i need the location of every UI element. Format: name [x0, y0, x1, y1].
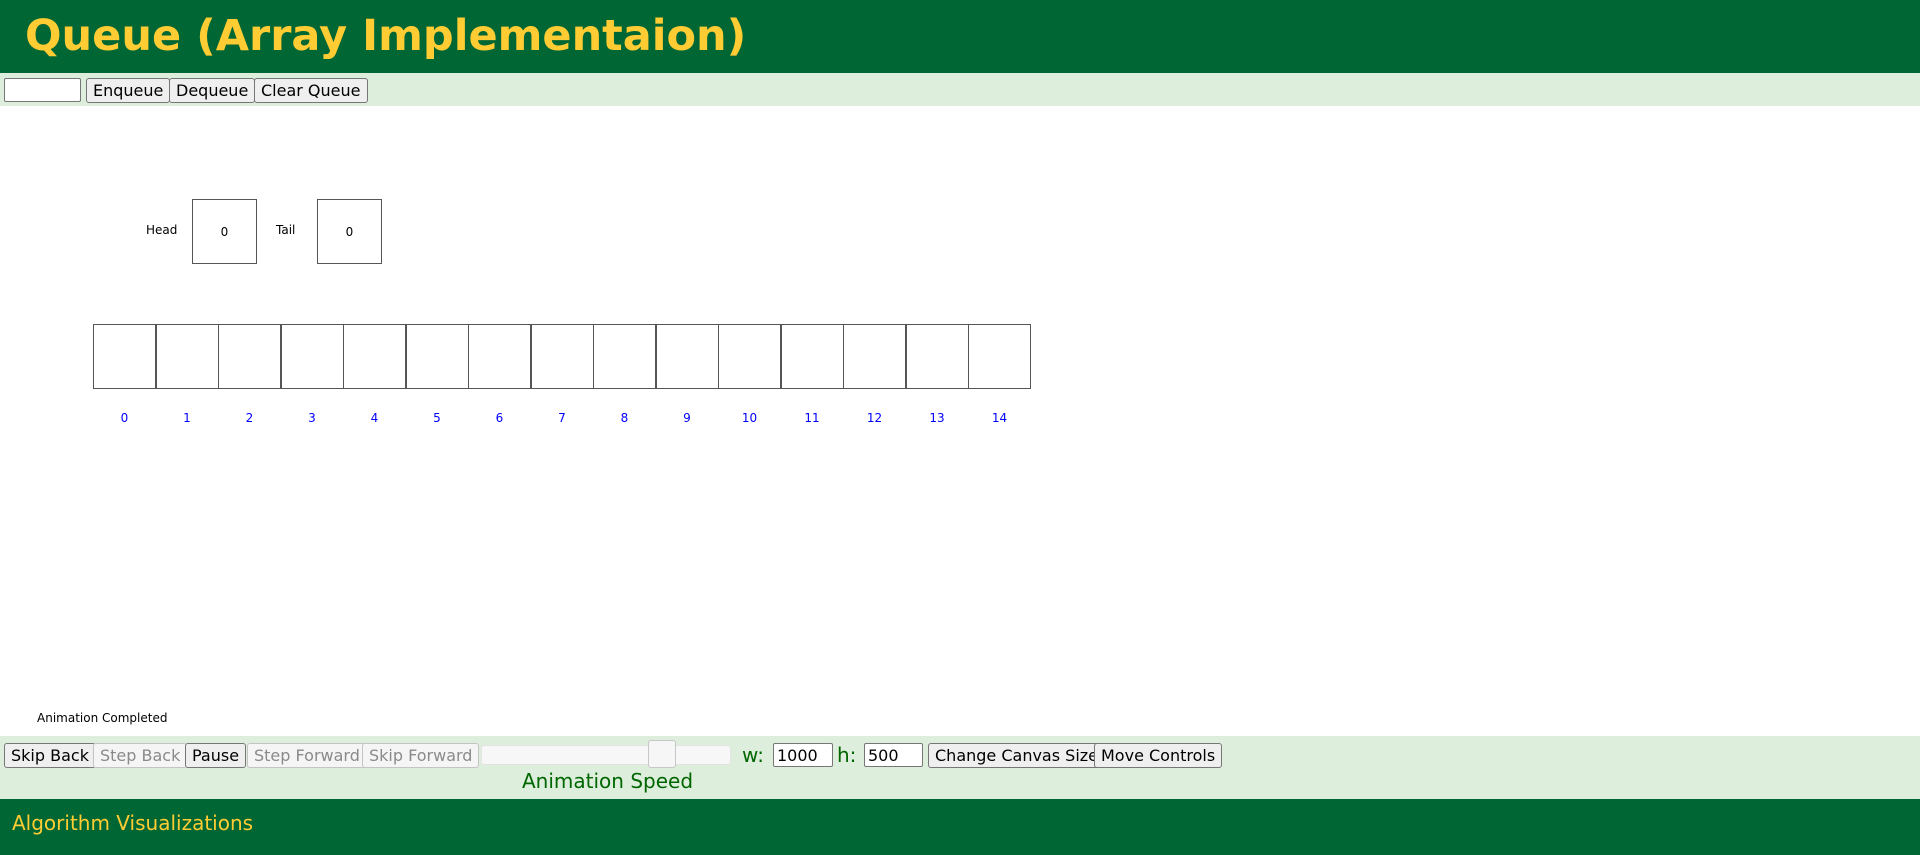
- tail-label: Tail: [276, 223, 296, 237]
- queue-array-cell: [780, 324, 844, 389]
- animation-control-bar: Skip Back Step Back Pause Step Forward S…: [0, 736, 1920, 799]
- queue-array-cell: [968, 324, 1031, 389]
- animation-speed-slider-thumb[interactable]: [647, 740, 676, 768]
- tail-pointer-box: 0: [317, 199, 382, 264]
- animation-speed-label: Animation Speed: [522, 769, 694, 793]
- queue-array-index-label: 0: [120, 411, 129, 425]
- canvas-height-input[interactable]: [864, 743, 923, 767]
- footer-link[interactable]: Algorithm Visualizations: [12, 811, 253, 835]
- queue-array-cell: [218, 324, 281, 389]
- queue-array-index-label: 11: [804, 411, 820, 425]
- queue-array-index-label: 4: [370, 411, 379, 425]
- queue-array-index-label: 5: [433, 411, 441, 425]
- enqueue-button[interactable]: Enqueue: [86, 78, 171, 103]
- clear-queue-button[interactable]: Clear Queue: [254, 78, 368, 103]
- queue-array-index-label: 9: [683, 411, 691, 425]
- skip-back-button[interactable]: Skip Back: [4, 743, 96, 768]
- queue-array-cell: [280, 324, 344, 389]
- enqueue-value-input[interactable]: [4, 78, 81, 102]
- tail-value: 0: [345, 224, 354, 239]
- queue-array-cell: [843, 324, 906, 389]
- top-control-bar: Enqueue Dequeue Clear Queue: [0, 73, 1920, 106]
- step-forward-button[interactable]: Step Forward: [247, 743, 367, 768]
- head-pointer-box: 0: [192, 199, 257, 264]
- queue-array-index-label: 2: [245, 411, 254, 425]
- page-title: Queue (Array Implementaion): [25, 11, 747, 61]
- queue-array-index-label: 10: [741, 411, 758, 425]
- pause-button[interactable]: Pause: [185, 743, 247, 768]
- dequeue-button[interactable]: Dequeue: [169, 78, 256, 103]
- move-controls-button[interactable]: Move Controls: [1094, 743, 1223, 768]
- change-canvas-size-button[interactable]: Change Canvas Size: [928, 743, 1105, 768]
- queue-array-cell: [405, 324, 469, 389]
- queue-array-index-label: 1: [183, 411, 191, 425]
- footer-bar: Algorithm Visualizations: [0, 799, 1920, 855]
- canvas-width-input[interactable]: [773, 743, 833, 767]
- skip-forward-button[interactable]: Skip Forward: [362, 743, 480, 768]
- queue-array-cell: [718, 324, 781, 389]
- queue-array-cell: [905, 324, 969, 389]
- queue-array-cell: [343, 324, 406, 389]
- queue-array-cell: [593, 324, 656, 389]
- canvas-width-label: w:: [742, 743, 765, 767]
- queue-array-index-label: 13: [929, 411, 945, 425]
- queue-array-index-label: 14: [991, 411, 1008, 425]
- queue-array-index-label: 7: [558, 411, 566, 425]
- queue-array-index-label: 3: [308, 411, 316, 425]
- queue-array-index-label: 6: [495, 411, 504, 425]
- head-value: 0: [220, 224, 229, 239]
- animation-canvas[interactable]: Head 0 Tail 0 0 1 2 3 4 5 6 7 8 9 10 11 12 13 14 Anima…: [0, 106, 1920, 736]
- queue-array-cell: [93, 324, 156, 389]
- canvas-height-label: h:: [837, 743, 857, 767]
- step-back-button[interactable]: Step Back: [93, 743, 188, 768]
- queue-array-cell: [530, 324, 594, 389]
- queue-array-cell: [655, 324, 719, 389]
- head-label: Head: [146, 223, 178, 237]
- header-bar: Queue (Array Implementaion): [0, 0, 1920, 73]
- animation-speed-slider[interactable]: [481, 745, 731, 765]
- animation-status: Animation Completed: [37, 711, 168, 725]
- queue-array-cell: [155, 324, 219, 389]
- queue-array-cell: [468, 324, 531, 389]
- queue-array-index-label: 8: [620, 411, 629, 425]
- queue-array-index-label: 12: [866, 411, 883, 425]
